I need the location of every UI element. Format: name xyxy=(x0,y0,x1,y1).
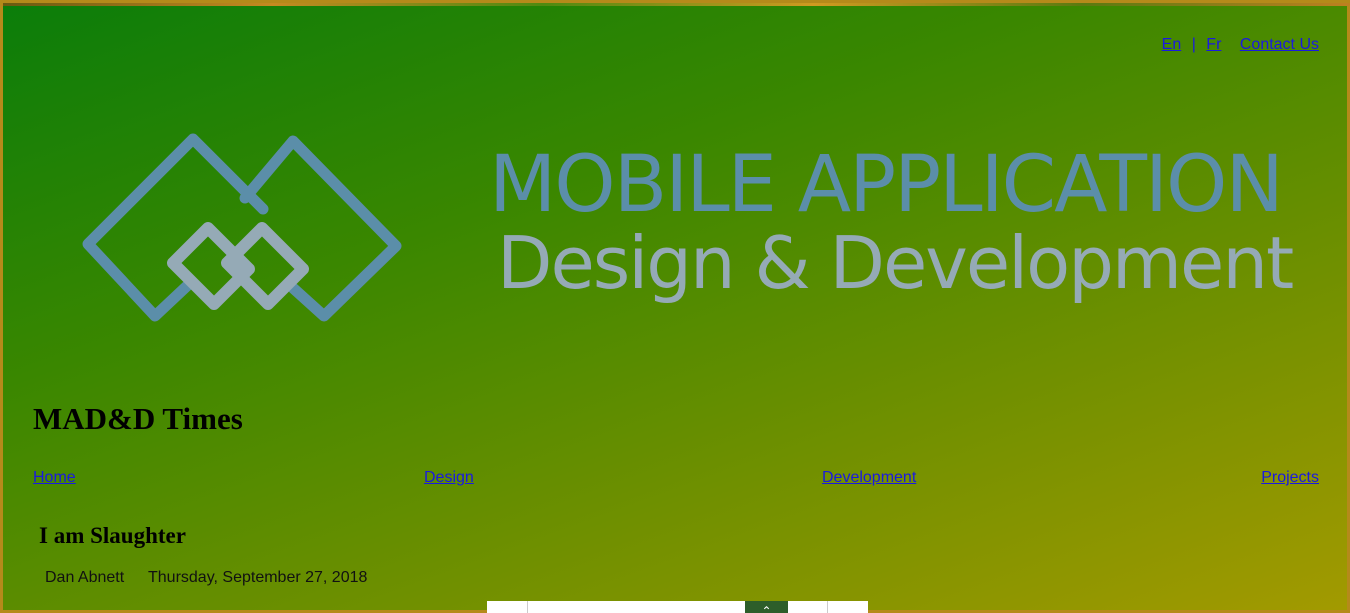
toolbar-divider xyxy=(827,601,828,613)
contact-us-link[interactable]: Contact Us xyxy=(1240,36,1319,53)
lang-separator: | xyxy=(1191,36,1196,53)
top-border-strip xyxy=(3,3,1350,6)
linked-diamonds-logo xyxy=(82,133,402,322)
article-title: I am Slaughter xyxy=(39,523,186,548)
nav-projects[interactable]: Projects xyxy=(1261,469,1319,487)
language-nav: En | Fr Contact Us xyxy=(1162,36,1319,54)
banner-title: MOBILE APPLICATION xyxy=(489,140,1284,230)
media-toolbar: ⌃ xyxy=(487,601,868,613)
lang-fr-link[interactable]: Fr xyxy=(1206,36,1221,53)
toolbar-expand-button[interactable]: ⌃ xyxy=(745,601,788,613)
article-author: Dan Abnett xyxy=(45,569,125,586)
nav-development[interactable]: Development xyxy=(822,469,916,487)
lang-en-link[interactable]: En xyxy=(1162,36,1182,53)
nav-design[interactable]: Design xyxy=(424,469,474,487)
article-date: Thursday, September 27, 2018 xyxy=(148,569,368,586)
toolbar-divider xyxy=(527,601,528,613)
nav-home[interactable]: Home xyxy=(33,469,76,487)
site-title: MAD&D Times xyxy=(33,401,243,436)
banner-subtitle: Design & Development xyxy=(497,221,1294,305)
